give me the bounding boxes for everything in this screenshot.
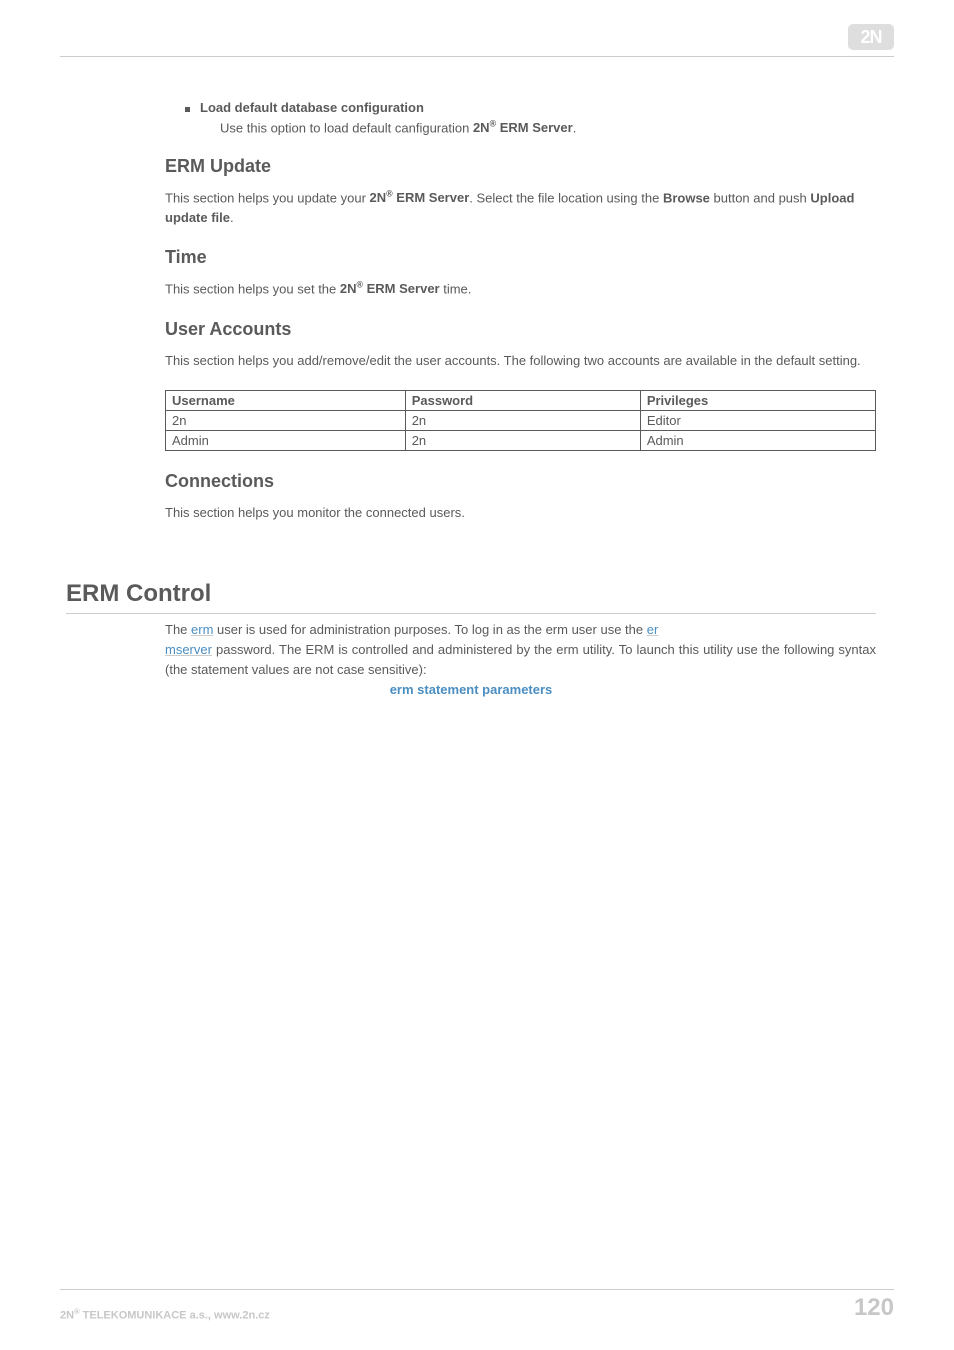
user-accounts-table: Username Password Privileges 2n 2n Edito… [165,390,876,451]
eu-b: 2N [370,190,387,205]
erm-link[interactable]: erm [191,622,213,637]
ermserver-link-a[interactable]: er [647,622,659,637]
eu-a: This section helps you update your [165,190,370,205]
table-header-row: Username Password Privileges [166,391,876,411]
footer-2n: 2N [60,1310,74,1322]
td: Editor [640,411,875,431]
td: 2n [166,411,406,431]
sub-bold2: ERM Server [496,120,573,135]
table-row: Admin 2n Admin [166,431,876,451]
erm-control-section: ERM Control The erm user is used for adm… [66,580,876,697]
bullet-title: Load default database configuration [200,100,424,115]
time-text: This section helps you set the 2N® ERM S… [165,279,876,299]
t-d: time. [440,281,472,296]
th-username: Username [166,391,406,411]
sub-suffix: . [573,120,577,135]
eu-f: button and push [710,190,810,205]
user-accounts-intro: This section helps you add/remove/edit t… [165,351,876,371]
connections-text: This section helps you monitor the conne… [165,503,876,523]
user-accounts-heading: User Accounts [165,319,876,340]
footer: 2N® TELEKOMUNIKACE a.s., www.2n.cz 120 [60,1294,894,1322]
ec-b: user is used for administration purposes… [213,622,646,637]
sub-prefix: Use this option to load default canfigur… [220,120,473,135]
eu-h: . [230,210,234,225]
time-heading: Time [165,247,876,268]
bullet-sub-text: Use this option to load default canfigur… [220,118,876,138]
erm-control-body: The erm user is used for administration … [165,620,876,680]
ec-a: The [165,622,191,637]
td: 2n [405,411,640,431]
erm-control-heading: ERM Control [66,580,876,608]
erm-control-divider [66,613,876,614]
td: Admin [640,431,875,451]
bullet-square-icon [185,107,190,112]
t-a: This section helps you set the [165,281,340,296]
footer-company: TELEKOMUNIKACE a.s., www.2n.cz [80,1310,270,1322]
ermserver-link-b[interactable]: mserver [165,642,212,657]
td: Admin [166,431,406,451]
table-row: 2n 2n Editor [166,411,876,431]
erm-update-heading: ERM Update [165,156,876,177]
erm-command: erm statement parameters [66,682,876,697]
th-password: Password [405,391,640,411]
logo-2n: 2N [848,24,894,50]
footer-left: 2N® TELEKOMUNIKACE a.s., www.2n.cz [60,1307,270,1322]
erm-update-text: This section helps you update your 2N® E… [165,188,876,227]
connections-heading: Connections [165,471,876,492]
t-b: 2N [340,281,357,296]
sub-bold: 2N [473,120,490,135]
ec-c: password. The ERM is controlled and admi… [165,642,876,677]
connections-section: Connections This section helps you monit… [165,471,876,523]
eu-c: ERM Server [393,190,470,205]
th-privileges: Privileges [640,391,875,411]
footer-divider [60,1289,894,1290]
bullet-item: Load default database configuration [165,100,876,115]
main-content: Load default database configuration Use … [165,100,876,543]
page-number: 120 [854,1294,894,1322]
t-c: ERM Server [363,281,440,296]
td: 2n [405,431,640,451]
eu-d: . Select the file location using the [469,190,663,205]
logo-text: 2N [860,27,881,48]
eu-e: Browse [663,190,710,205]
header-divider [60,56,894,57]
